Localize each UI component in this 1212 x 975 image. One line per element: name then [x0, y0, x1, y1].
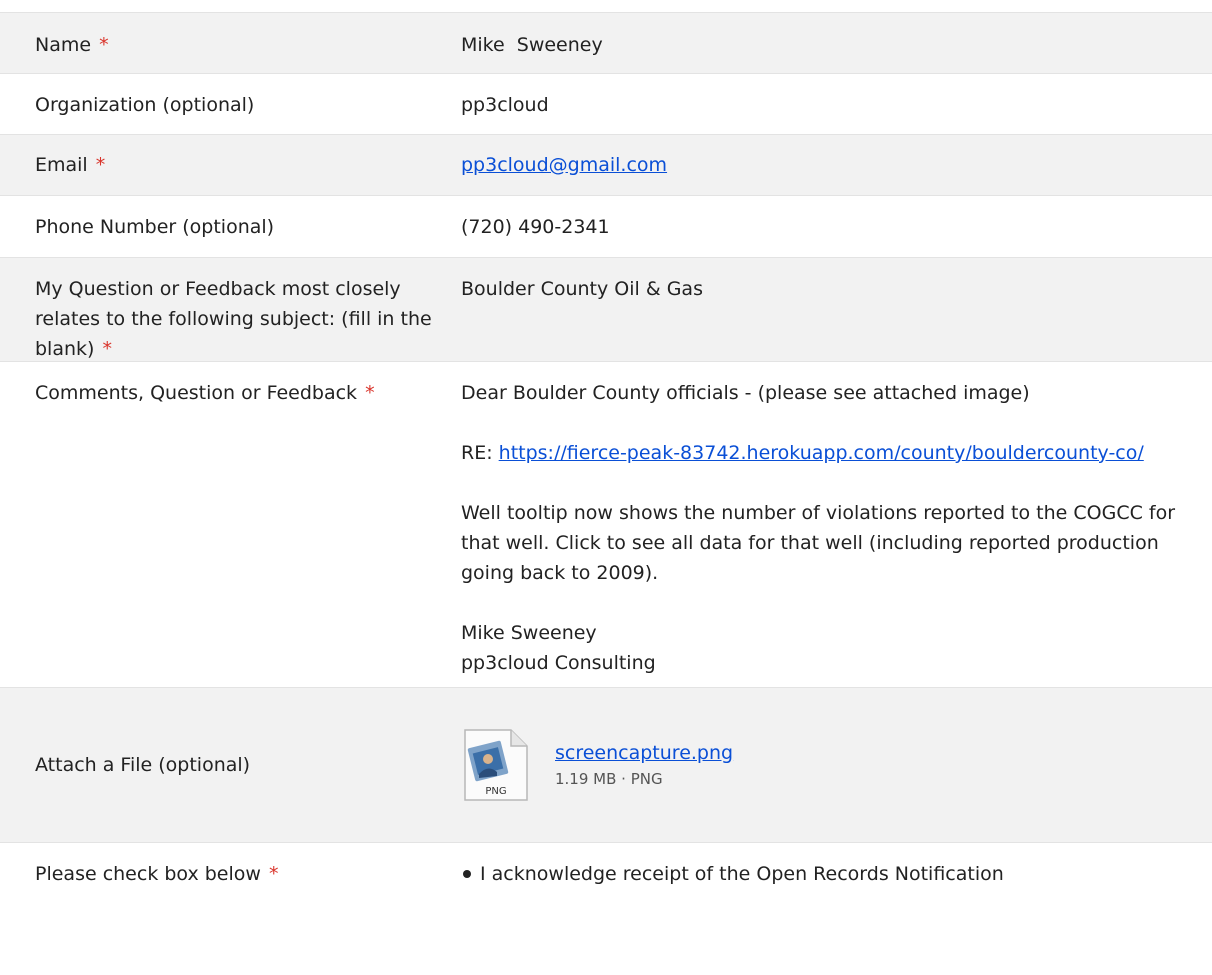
row-acknowledge: Please check box below * I acknowledge r… — [0, 843, 1212, 903]
re-prefix: RE: — [461, 442, 493, 464]
row-email: Email * pp3cloud@gmail.com — [0, 135, 1212, 196]
comments-label-cell: Comments, Question or Feedback * — [0, 378, 461, 687]
subject-label-cell: My Question or Feedback most closely rel… — [0, 274, 461, 361]
email-link[interactable]: pp3cloud@gmail.com — [461, 154, 667, 176]
row-organization: Organization (optional) pp3cloud — [0, 74, 1212, 135]
organization-label: Organization (optional) — [35, 94, 255, 116]
name-value: Mike Sweeney — [461, 34, 603, 56]
comments-greeting: Dear Boulder County officials - (please … — [461, 382, 1030, 404]
email-value-cell: pp3cloud@gmail.com — [461, 150, 1212, 195]
row-phone: Phone Number (optional) (720) 490-2341 — [0, 196, 1212, 258]
required-marker: * — [99, 34, 109, 56]
subject-label: My Question or Feedback most closely rel… — [35, 278, 432, 360]
email-label: Email — [35, 154, 88, 176]
email-label-cell: Email * — [0, 150, 461, 195]
attachment-file-info: screencapture.png 1.19 MB · PNG — [555, 740, 733, 790]
row-subject: My Question or Feedback most closely rel… — [0, 258, 1212, 362]
png-file-icon[interactable]: PNG — [461, 728, 531, 802]
required-marker: * — [95, 154, 106, 176]
attachment-file: PNG screencapture.png 1.19 MB · PNG — [461, 728, 733, 802]
attachment-file-meta: 1.19 MB · PNG — [555, 770, 663, 788]
bullet-icon — [463, 870, 471, 878]
subject-value: Boulder County Oil & Gas — [461, 278, 703, 300]
required-marker: * — [365, 382, 375, 404]
attachment-value: PNG screencapture.png 1.19 MB · PNG — [461, 688, 1212, 842]
acknowledge-list-item: I acknowledge receipt of the Open Record… — [461, 859, 1192, 889]
reference-link[interactable]: https://fierce-peak-83742.herokuapp.com/… — [499, 442, 1144, 464]
signature-company: pp3cloud Consulting — [461, 652, 656, 674]
row-attachment: Attach a File (optional) PNG screencaptu… — [0, 688, 1212, 843]
required-marker: * — [102, 338, 113, 360]
row-comments: Comments, Question or Feedback * Dear Bo… — [0, 362, 1212, 688]
signature-name: Mike Sweeney — [461, 622, 597, 644]
acknowledge-label: Please check box below — [35, 863, 261, 885]
name-label: Name — [35, 34, 92, 56]
comments-label: Comments, Question or Feedback — [35, 382, 358, 404]
phone-value: (720) 490-2341 — [461, 216, 610, 238]
acknowledge-value: I acknowledge receipt of the Open Record… — [461, 859, 1212, 903]
acknowledge-label-cell: Please check box below * — [0, 859, 461, 903]
phone-label: Phone Number (optional) — [35, 216, 275, 238]
required-marker: * — [269, 863, 279, 885]
row-name: Name * Mike Sweeney — [0, 13, 1212, 74]
comments-value: Dear Boulder County officials - (please … — [461, 378, 1212, 687]
attachment-file-link[interactable]: screencapture.png — [555, 740, 733, 766]
name-label-cell: Name * — [0, 30, 461, 73]
comments-reference: RE: https://fierce-peak-83742.herokuapp.… — [461, 438, 1192, 468]
comments-signature: Mike Sweeney pp3cloud Consulting — [461, 618, 1192, 678]
png-icon-text: PNG — [485, 786, 506, 797]
acknowledge-text: I acknowledge receipt of the Open Record… — [480, 863, 1004, 885]
organization-value: pp3cloud — [461, 94, 549, 116]
attachment-label: Attach a File (optional) — [35, 754, 251, 776]
form-submission-table: Name * Mike Sweeney Organization (option… — [0, 12, 1212, 903]
comments-body: Well tooltip now shows the number of vio… — [461, 502, 1176, 584]
